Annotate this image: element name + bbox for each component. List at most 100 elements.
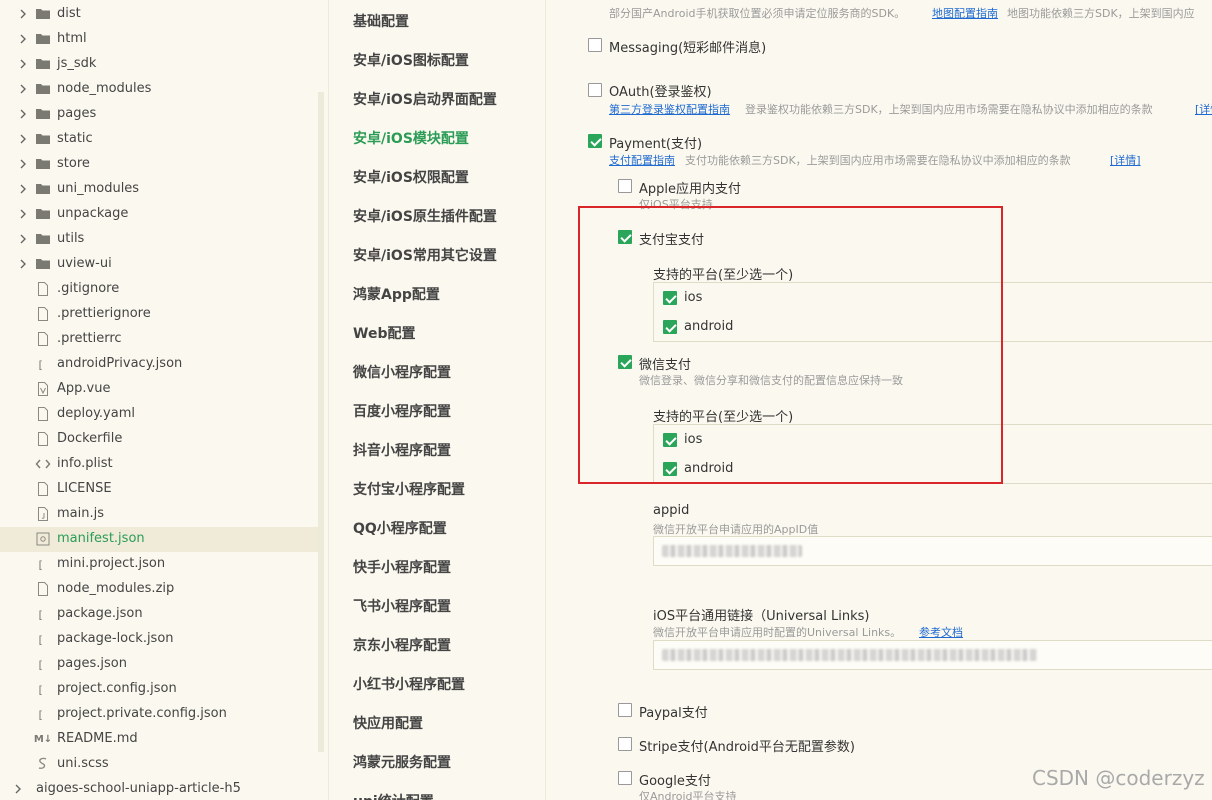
config-nav-item[interactable]: 安卓/iOS常用其它设置 (353, 245, 497, 265)
oauth-detail-link[interactable]: [详情 (1195, 101, 1212, 117)
tree-file-item[interactable]: [ ] androidPrivacy.json (0, 352, 318, 377)
tree-item-label: uview-ui (57, 256, 112, 271)
config-nav-item[interactable]: 鸿蒙App配置 (353, 284, 440, 304)
config-nav-item[interactable]: 基础配置 (353, 11, 409, 31)
oauth-label: OAuth(登录鉴权) (609, 85, 712, 100)
config-nav-item[interactable]: 飞书小程序配置 (353, 596, 451, 616)
oauth-guide-link[interactable]: 第三方登录鉴权配置指南 (609, 101, 730, 117)
tree-file-item[interactable]: M↓ README.md (0, 727, 318, 752)
tree-item-label: uni_modules (57, 181, 140, 196)
tree-file-item[interactable]: [ ] package-lock.json (0, 627, 318, 652)
chevron-right-icon[interactable] (17, 108, 29, 120)
tree-file-item[interactable]: .prettierrc (0, 327, 318, 352)
tree-file-item[interactable]: [ ] package.json (0, 602, 318, 627)
config-nav-item[interactable]: 抖音小程序配置 (353, 440, 451, 460)
chevron-right-icon[interactable] (17, 83, 29, 95)
tree-item-label: .prettierignore (57, 306, 151, 321)
tree-file-item[interactable]: [ ] project.private.config.json (0, 702, 318, 727)
tree-folder-item[interactable]: static (0, 127, 318, 152)
config-nav-item[interactable]: 鸿蒙元服务配置 (353, 752, 451, 772)
paypal-checkbox[interactable] (618, 703, 632, 717)
apple-pay-checkbox[interactable] (618, 179, 632, 193)
chevron-right-icon[interactable] (17, 58, 29, 70)
google-pay-checkbox[interactable] (618, 771, 632, 785)
oauth-checkbox[interactable] (588, 83, 602, 97)
file-icon (35, 306, 51, 322)
tree-file-item[interactable]: [ ] project.config.json (0, 677, 318, 702)
universal-links-label: iOS平台通用链接（Universal Links) (653, 609, 870, 624)
config-nav-item[interactable]: 快应用配置 (353, 713, 423, 733)
tree-file-item[interactable]: App.vue (0, 377, 318, 402)
tree-file-item[interactable]: info.plist (0, 452, 318, 477)
universal-links-doc-link[interactable]: 参考文档 (919, 624, 963, 640)
tree-folder-item[interactable]: unpackage (0, 202, 318, 227)
config-nav-item[interactable]: 安卓/iOS启动界面配置 (353, 89, 497, 109)
tree-file-item[interactable]: [ ] pages.json (0, 652, 318, 677)
tree-item-label: package.json (57, 606, 143, 621)
payment-checkbox[interactable] (588, 134, 602, 148)
tree-item-label: pages.json (57, 656, 127, 671)
folder-icon (35, 6, 51, 22)
tree-folder-item[interactable]: store (0, 152, 318, 177)
chevron-right-icon[interactable] (17, 183, 29, 195)
messaging-checkbox[interactable] (588, 38, 602, 52)
config-nav-item[interactable]: 安卓/iOS权限配置 (353, 167, 469, 187)
tree-file-item[interactable]: uni.scss (0, 752, 318, 777)
json-file-icon: [ ] (35, 606, 51, 622)
chevron-right-icon[interactable] (17, 33, 29, 45)
tree-folder-item[interactable]: pages (0, 102, 318, 127)
tree-file-item[interactable]: [ ] mini.project.json (0, 552, 318, 577)
config-nav-item[interactable]: QQ小程序配置 (353, 518, 447, 538)
tree-folder-item[interactable]: uni_modules (0, 177, 318, 202)
config-nav-item[interactable]: 安卓/iOS图标配置 (353, 50, 469, 70)
oauth-hint: 登录鉴权功能依赖三方SDK，上架到国内应用市场需要在隐私协议中添加相应的条款 (745, 103, 1153, 116)
config-nav-item[interactable]: Web配置 (353, 323, 415, 343)
payment-guide-link[interactable]: 支付配置指南 (609, 152, 675, 168)
chevron-right-icon[interactable] (17, 233, 29, 245)
tree-folder-item[interactable]: html (0, 27, 318, 52)
appid-label: appid (653, 503, 690, 518)
tree-file-item[interactable]: deploy.yaml (0, 402, 318, 427)
config-nav-item[interactable]: 百度小程序配置 (353, 401, 451, 421)
config-nav-item[interactable]: uni统计配置 (353, 791, 434, 800)
tree-file-item[interactable]: .prettierignore (0, 302, 318, 327)
tree-file-item[interactable]: manifest.json (0, 527, 318, 552)
apple-pay-label: Apple应用内支付 (639, 182, 742, 197)
tree-item-label: project.config.json (57, 681, 177, 696)
svg-text:[ ]: [ ] (37, 659, 51, 672)
chevron-right-icon[interactable] (17, 258, 29, 270)
chevron-right-icon[interactable] (17, 133, 29, 145)
tree-folder-item[interactable]: uview-ui (0, 252, 318, 277)
js-file-icon (35, 506, 51, 522)
tree-file-item[interactable]: Dockerfile (0, 427, 318, 452)
file-tree-scrollbar[interactable] (318, 92, 324, 752)
tree-folder-item[interactable]: js_sdk (0, 52, 318, 77)
universal-links-input[interactable] (653, 640, 1212, 670)
config-nav-item[interactable]: 京东小程序配置 (353, 635, 451, 655)
tree-folder-item[interactable]: dist (0, 2, 318, 27)
chevron-right-icon[interactable] (17, 8, 29, 20)
chevron-right-icon[interactable] (17, 208, 29, 220)
chevron-right-icon[interactable] (12, 783, 24, 795)
config-nav-item[interactable]: 快手小程序配置 (353, 557, 451, 577)
tree-file-item[interactable]: node_modules.zip (0, 577, 318, 602)
module-config-panel: 部分国产Android手机获取位置必须申请定位服务商的SDK。 地图配置指南 地… (547, 0, 1212, 800)
config-nav-item[interactable]: 支付宝小程序配置 (353, 479, 465, 499)
appid-input[interactable] (653, 536, 1212, 566)
vue-file-icon (35, 381, 51, 397)
folder-icon (35, 81, 51, 97)
tree-file-item[interactable]: .gitignore (0, 277, 318, 302)
stripe-checkbox[interactable] (618, 737, 632, 751)
chevron-right-icon[interactable] (17, 158, 29, 170)
config-nav-item[interactable]: 微信小程序配置 (353, 362, 451, 382)
config-nav-item[interactable]: 安卓/iOS模块配置 (353, 128, 469, 148)
tree-folder-item[interactable]: utils (0, 227, 318, 252)
tree-file-item[interactable]: LICENSE (0, 477, 318, 502)
config-nav-item[interactable]: 安卓/iOS原生插件配置 (353, 206, 497, 226)
tree-folder-item[interactable]: node_modules (0, 77, 318, 102)
tree-file-item[interactable]: main.js (0, 502, 318, 527)
map-config-guide-link[interactable]: 地图配置指南 (932, 5, 998, 21)
config-nav-item[interactable]: 小红书小程序配置 (353, 674, 465, 694)
payment-detail-link[interactable]: [详情] (1110, 152, 1141, 168)
project-root-item[interactable]: aigoes-school-uniapp-article-h5 (0, 777, 318, 800)
